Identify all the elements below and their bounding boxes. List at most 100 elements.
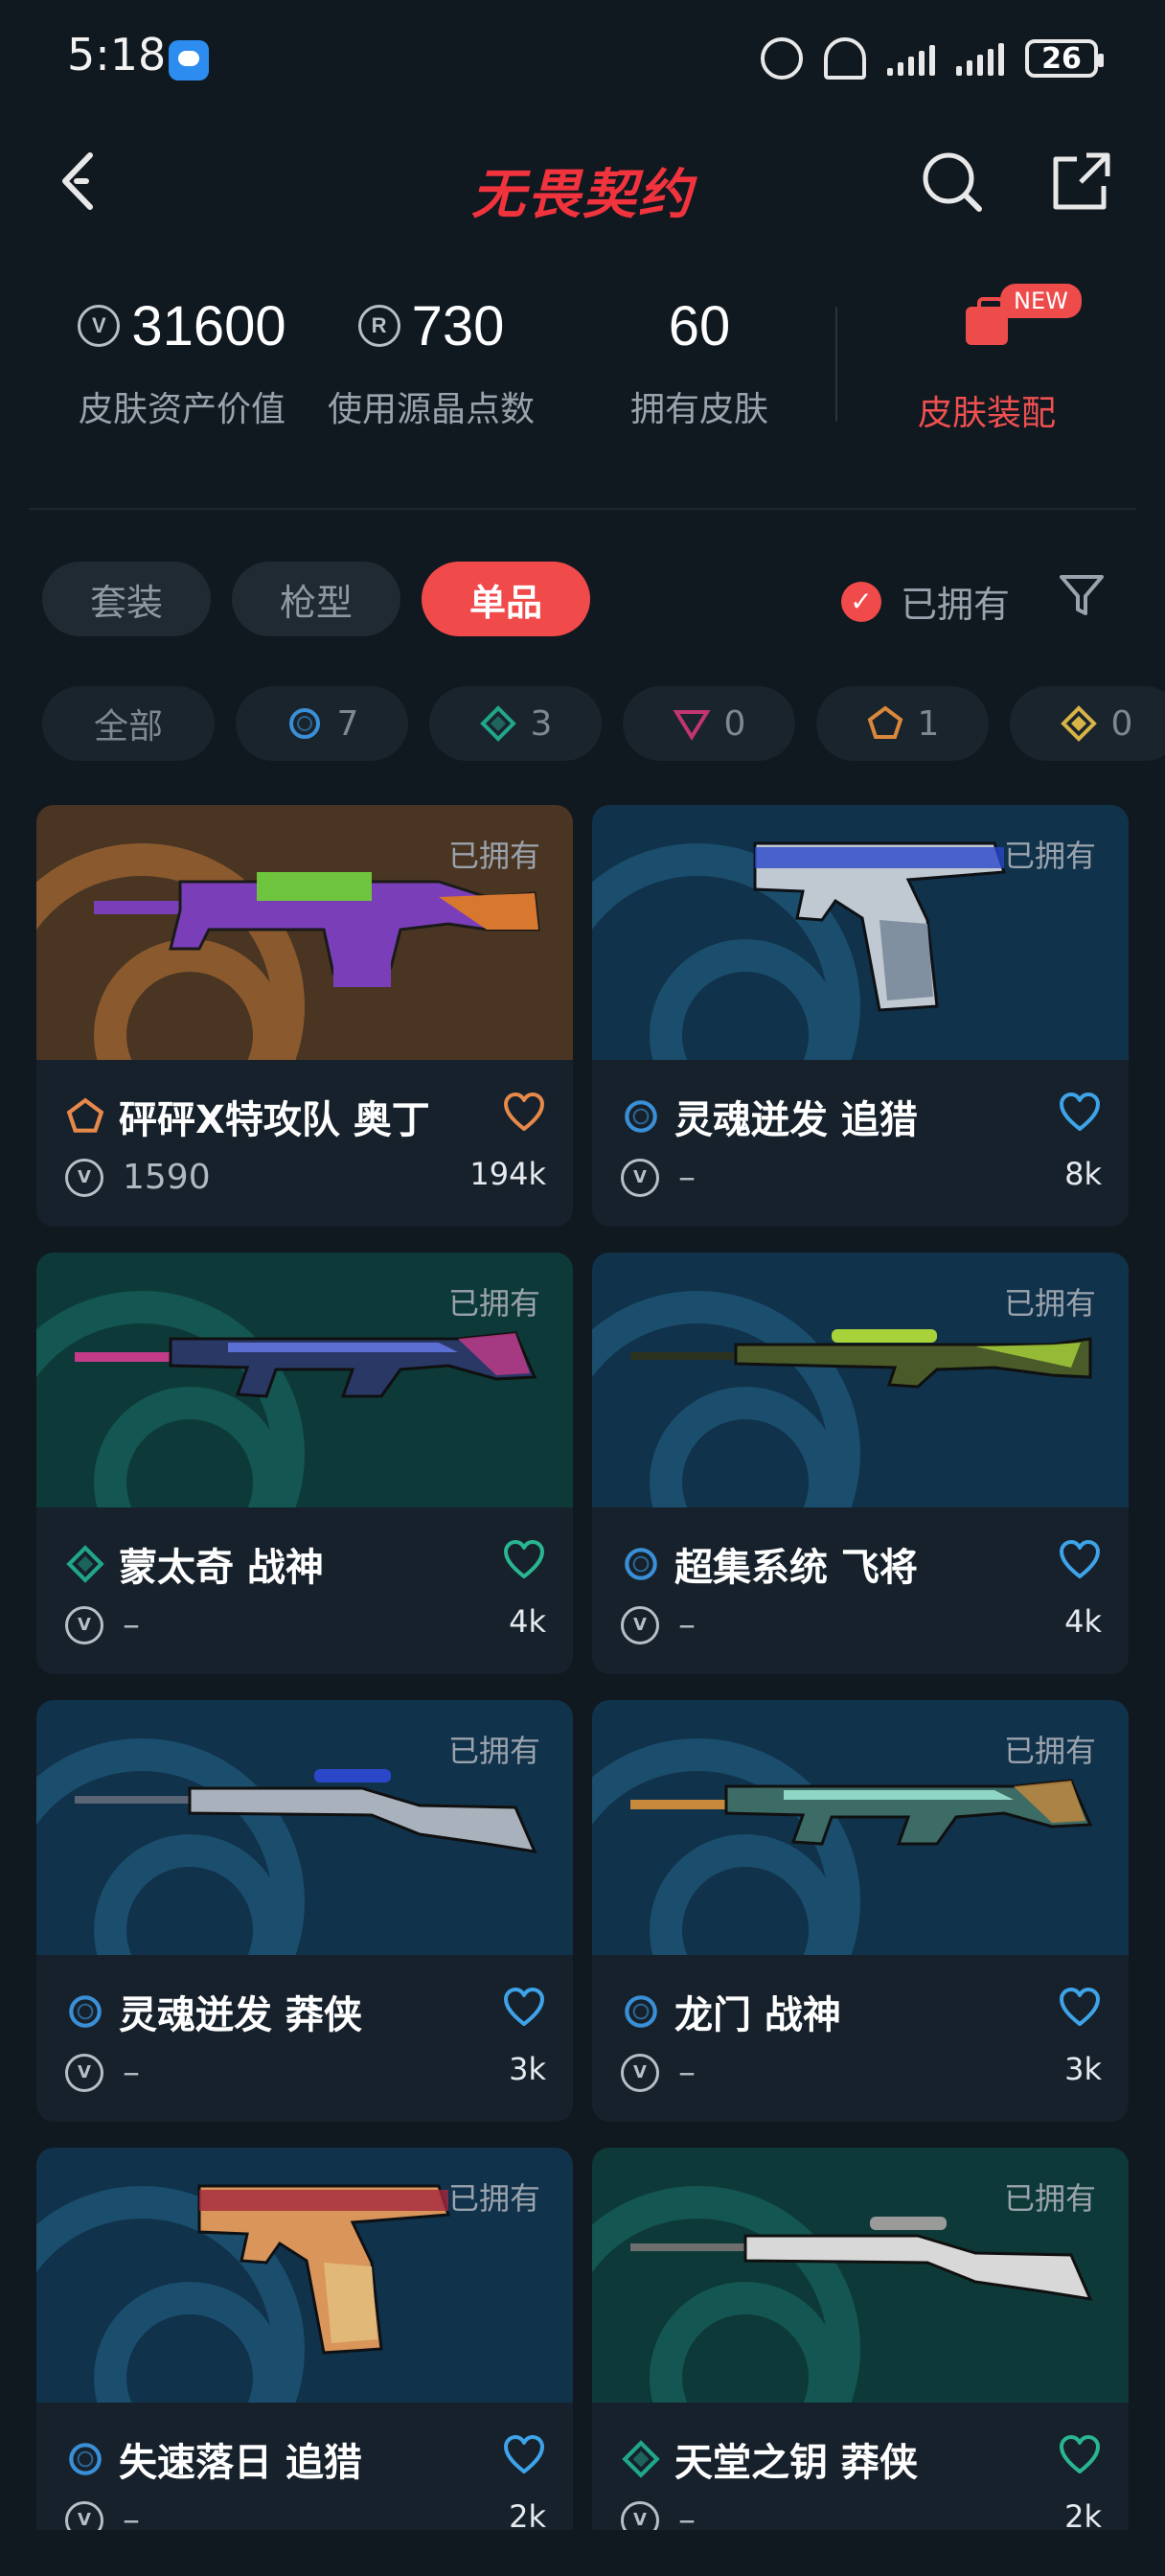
owned-tag: 已拥有 [447, 1285, 540, 1322]
heart-icon[interactable] [502, 1986, 546, 2030]
owned-filter-toggle[interactable]: ✓ 已拥有 [841, 575, 1010, 628]
select-tier-icon [286, 704, 324, 743]
category-tabs: 套装 枪型 单品 [42, 562, 591, 636]
status-bar: 5:18 26 [0, 0, 1165, 115]
ultra-tier-icon [1060, 704, 1098, 743]
chip-count: 0 [723, 703, 746, 744]
like-count: 2k [509, 2498, 546, 2530]
valorant-points-icon: V [621, 2500, 659, 2530]
like-count: 4k [509, 1603, 546, 1640]
skin-image: 已拥有 [592, 1253, 1129, 1507]
owned-tag: 已拥有 [447, 838, 540, 874]
price-value: – [123, 1605, 140, 1644]
heart-icon[interactable] [1058, 2433, 1102, 2477]
filter-icon[interactable] [1058, 571, 1106, 619]
price-value: – [678, 1158, 696, 1197]
skin-name: 砰砰X特攻队 奥丁 [119, 1098, 430, 1142]
skin-card[interactable]: 已拥有 灵魂迸发 莽侠 V – 3k [36, 1700, 573, 2122]
skin-card[interactable]: 已拥有 超集系统 飞将 V – 4k [592, 1253, 1129, 1674]
owned-tag: 已拥有 [1003, 2180, 1096, 2217]
heart-icon[interactable] [502, 2433, 546, 2477]
like-count: 8k [1064, 1156, 1102, 1192]
status-time: 5:18 [67, 29, 167, 80]
skin-price: V – [65, 1605, 140, 1644]
chip-count: 3 [530, 703, 553, 744]
valorant-points-icon: V [65, 1158, 103, 1197]
chip-premium[interactable]: 0 [623, 686, 795, 761]
search-icon[interactable] [918, 148, 985, 215]
skin-name: 龙门 战神 [674, 1993, 841, 2037]
share-icon[interactable] [1048, 148, 1115, 215]
valorant-points-icon: V [78, 305, 121, 347]
tab-bundles[interactable]: 套装 [42, 562, 212, 636]
owned-tag: 已拥有 [447, 2180, 540, 2217]
owned-tag: 已拥有 [1003, 1285, 1096, 1322]
stat-owned-skins: 60 拥有皮肤 [594, 288, 805, 431]
tab-weapon-types[interactable]: 枪型 [232, 562, 401, 636]
stat-label: 拥有皮肤 [629, 390, 768, 429]
stat-asset-value: V 31600 皮肤资产价值 [38, 288, 326, 431]
like-count: 4k [1064, 1603, 1102, 1640]
skin-name: 天堂之钥 莽侠 [674, 2441, 918, 2485]
skin-image: 已拥有 [592, 805, 1129, 1060]
valorant-points-icon: V [621, 1158, 659, 1197]
skin-card[interactable]: 已拥有 灵魂迸发 追猎 V – 8k [592, 805, 1129, 1227]
skin-image: 已拥有 [36, 1253, 573, 1507]
price-value: – [678, 2053, 696, 2092]
heart-icon[interactable] [502, 1538, 546, 1582]
like-count: 3k [509, 2051, 546, 2087]
skin-card[interactable]: 已拥有 龙门 战神 V – 3k [592, 1700, 1129, 2122]
stat-value: 60 [668, 294, 731, 357]
price-value: 1590 [123, 1158, 211, 1197]
skin-title: 天堂之钥 莽侠 [621, 2431, 918, 2487]
stat-label: 皮肤资产价值 [78, 390, 286, 429]
stat-value: 730 [411, 294, 505, 357]
heart-icon[interactable] [1058, 1538, 1102, 1582]
skin-card[interactable]: 已拥有 失速落日 追猎 V – 2k [36, 2148, 573, 2530]
skin-card[interactable]: 已拥有 砰砰X特攻队 奥丁 V 1590 194k [36, 805, 573, 1227]
skin-title: 砰砰X特攻队 奥丁 [65, 1089, 430, 1144]
check-icon: ✓ [841, 581, 881, 622]
chip-all[interactable]: 全部 [42, 686, 215, 761]
skin-title: 失速落日 追猎 [65, 2431, 362, 2487]
valorant-points-icon: V [65, 2053, 103, 2092]
select-tier-icon [65, 1991, 105, 2032]
section-divider [29, 508, 1136, 510]
price-value: – [123, 2500, 140, 2530]
heart-icon[interactable] [1058, 1986, 1102, 2030]
heart-icon[interactable] [1058, 1091, 1102, 1135]
skin-image: 已拥有 [592, 2148, 1129, 2403]
chip-ultra[interactable]: 0 [1010, 686, 1165, 761]
valorant-points-icon: V [621, 1605, 659, 1644]
asset-stats: V 31600 皮肤资产价值 R 730 使用源晶点数 60 拥有皮肤 皮肤装配 [0, 288, 1165, 450]
skin-image: 已拥有 [36, 1700, 573, 1955]
chip-deluxe[interactable]: 3 [429, 686, 602, 761]
skin-price: V – [65, 2500, 140, 2530]
skin-title: 超集系统 飞将 [621, 1536, 918, 1592]
battery-level: 26 [1041, 41, 1082, 76]
skin-title: 灵魂迸发 追猎 [621, 1089, 918, 1144]
valorant-points-icon: V [65, 1605, 103, 1644]
select-tier-icon [621, 1544, 661, 1584]
skin-price: V – [621, 1605, 696, 1644]
heart-icon[interactable] [502, 1091, 546, 1135]
divider [835, 307, 837, 422]
chip-select[interactable]: 7 [236, 686, 408, 761]
chip-exclusive[interactable]: 1 [816, 686, 989, 761]
chip-count: 7 [336, 703, 359, 744]
skin-price: V – [65, 2053, 140, 2092]
battery-icon: 26 [1025, 39, 1104, 78]
rarity-filter-chips: 全部 7 3 0 1 0 [42, 686, 1165, 761]
valorant-points-icon: V [621, 2053, 659, 2092]
tab-single-items[interactable]: 单品 [422, 562, 591, 636]
skin-name: 失速落日 追猎 [119, 2441, 362, 2485]
skin-card[interactable]: 已拥有 天堂之钥 莽侠 V – 2k [592, 2148, 1129, 2530]
select-tier-icon [621, 1096, 661, 1137]
skin-card[interactable]: 已拥有 蒙太奇 战神 V – 4k [36, 1253, 573, 1674]
skin-image: 已拥有 [36, 805, 573, 1060]
app-header: 无畏契约 [0, 134, 1165, 230]
deluxe-tier-icon [621, 2439, 661, 2479]
exclusive-tier-icon [65, 1096, 105, 1137]
exclusive-tier-icon [866, 704, 904, 743]
skin-price: V – [621, 1158, 696, 1197]
